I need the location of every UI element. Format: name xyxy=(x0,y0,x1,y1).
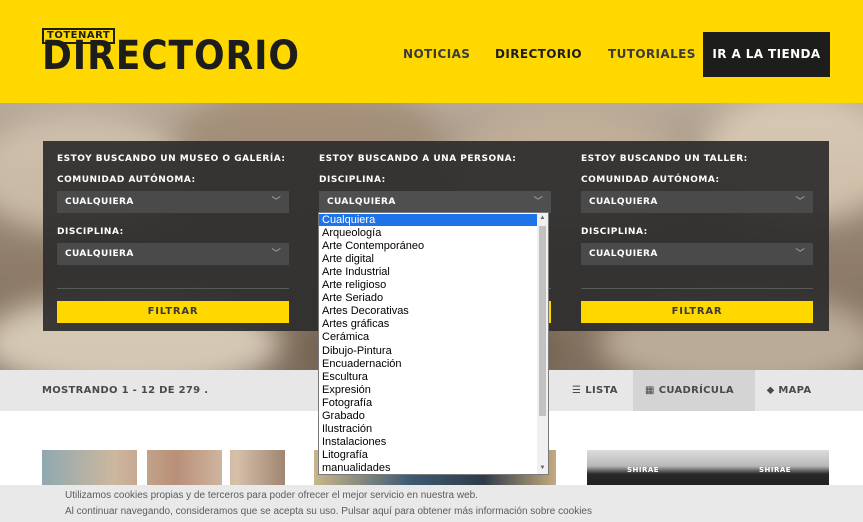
workshop-comunidad-select[interactable]: CUALQUIERA ﹀ xyxy=(581,191,813,213)
view-label: MAPA xyxy=(778,385,812,396)
cookie-more-info-link[interactable]: Al continuar navegando, consideramos que… xyxy=(65,505,592,519)
dropdown-option[interactable]: Fotografía xyxy=(319,397,537,409)
comunidad-label: COMUNIDAD AUTÓNOMA: xyxy=(581,175,720,185)
museum-comunidad-select[interactable]: CUALQUIERA ﹀ xyxy=(57,191,289,213)
shop-sign: SHIRAE xyxy=(627,466,660,474)
nav-noticias[interactable]: NOTICIAS xyxy=(403,32,470,77)
museum-search-column: ESTOY BUSCANDO UN MUSEO O GALERÍA: COMUN… xyxy=(57,141,289,331)
museum-filter-button[interactable]: FILTRAR xyxy=(57,301,289,323)
chevron-down-icon: ﹀ xyxy=(795,249,805,259)
dropdown-option[interactable]: Encuadernación xyxy=(319,358,537,370)
dropdown-option[interactable]: Instalaciones xyxy=(319,436,537,448)
site-logo[interactable]: TOTENART DIRECTORIO xyxy=(42,28,299,78)
select-value: CUALQUIERA xyxy=(65,197,134,207)
card-gap xyxy=(222,450,230,490)
divider xyxy=(581,288,813,289)
list-icon: ☰ xyxy=(572,385,582,396)
chevron-down-icon: ﹀ xyxy=(795,197,805,207)
dropdown-option[interactable]: Arte Industrial xyxy=(319,266,537,278)
results-count: MOSTRANDO 1 - 12 DE 279 . xyxy=(42,385,209,396)
dropdown-option[interactable]: Artes gráficas xyxy=(319,318,537,330)
select-value: CUALQUIERA xyxy=(327,197,396,207)
dropdown-option[interactable]: Artes Decorativas xyxy=(319,305,537,317)
view-label: LISTA xyxy=(585,385,618,396)
nav-directorio[interactable]: DIRECTORIO xyxy=(495,32,582,77)
scroll-thumb[interactable] xyxy=(539,226,546,416)
result-card[interactable] xyxy=(42,450,285,490)
view-mapa-button[interactable]: ⬥ MAPA xyxy=(755,370,823,411)
workshop-disciplina-select[interactable]: CUALQUIERA ﹀ xyxy=(581,243,813,265)
dropdown-option[interactable]: Grabado xyxy=(319,410,537,422)
disciplina-label: DISCIPLINA: xyxy=(581,227,648,237)
dropdown-option[interactable]: Cualquiera xyxy=(319,214,537,226)
grid-icon: ▦ xyxy=(645,385,655,396)
disciplina-label: DISCIPLINA: xyxy=(319,175,386,185)
chevron-down-icon: ﹀ xyxy=(533,197,543,207)
dropdown-option[interactable]: Arte digital xyxy=(319,253,537,265)
dropdown-option[interactable]: Cerámica xyxy=(319,331,537,343)
dropdown-option[interactable]: Expresión xyxy=(319,384,537,396)
dropdown-option[interactable]: Ilustración xyxy=(319,423,537,435)
select-value: CUALQUIERA xyxy=(589,197,658,207)
comunidad-label: COMUNIDAD AUTÓNOMA: xyxy=(57,175,196,185)
logo-text: DIRECTORIO xyxy=(42,33,300,79)
dropdown-option[interactable]: Arqueología xyxy=(319,227,537,239)
divider xyxy=(57,288,289,289)
scroll-up-arrow-icon[interactable]: ▲ xyxy=(537,213,548,224)
workshop-search-column: ESTOY BUSCANDO UN TALLER: COMUNIDAD AUTÓ… xyxy=(581,141,813,331)
dropdown-option[interactable]: Escultura xyxy=(319,371,537,383)
museum-disciplina-select[interactable]: CUALQUIERA ﹀ xyxy=(57,243,289,265)
cookie-text-line: Utilizamos cookies propias y de terceros… xyxy=(65,490,478,501)
site-header: TOTENART DIRECTORIO NOTICIAS DIRECTORIO … xyxy=(0,0,863,103)
dropdown-option[interactable]: Dibujo-Pintura xyxy=(319,345,537,357)
map-pin-icon: ⬥ xyxy=(767,385,775,396)
select-value: CUALQUIERA xyxy=(65,249,134,259)
museum-search-title: ESTOY BUSCANDO UN MUSEO O GALERÍA: xyxy=(57,154,286,164)
nav-tutoriales[interactable]: TUTORIALES xyxy=(608,32,696,77)
person-search-title: ESTOY BUSCANDO A UNA PERSONA: xyxy=(319,154,517,164)
person-disciplina-select[interactable]: CUALQUIERA ﹀ xyxy=(319,191,551,213)
chevron-down-icon: ﹀ xyxy=(271,197,281,207)
dropdown-option[interactable]: manualidades xyxy=(319,462,537,474)
dropdown-option[interactable]: Litografía xyxy=(319,449,537,461)
workshop-filter-button[interactable]: FILTRAR xyxy=(581,301,813,323)
shop-sign: SHIRAE xyxy=(759,466,792,474)
result-card[interactable]: SHIRAE SHIRAE xyxy=(587,450,829,490)
card-gap xyxy=(137,450,147,490)
dropdown-scrollbar[interactable]: ▲ ▼ xyxy=(537,213,548,474)
dropdown-option[interactable]: Arte Seriado xyxy=(319,292,537,304)
dropdown-option[interactable]: Arte Contemporáneo xyxy=(319,240,537,252)
view-cuadricula-button[interactable]: ▦ CUADRÍCULA xyxy=(633,370,755,411)
scroll-down-arrow-icon[interactable]: ▼ xyxy=(537,463,548,474)
disciplina-dropdown-list[interactable]: Cualquiera Arqueología Arte Contemporáneo A… xyxy=(318,212,549,475)
nav-tienda-button[interactable]: IR A LA TIENDA xyxy=(703,32,830,77)
chevron-down-icon: ﹀ xyxy=(271,249,281,259)
dropdown-option[interactable]: Arte religioso xyxy=(319,279,537,291)
view-lista-button[interactable]: ☰ LISTA xyxy=(560,370,630,411)
workshop-search-title: ESTOY BUSCANDO UN TALLER: xyxy=(581,154,748,164)
cookie-notice: Utilizamos cookies propias y de terceros… xyxy=(0,485,863,522)
select-value: CUALQUIERA xyxy=(589,249,658,259)
disciplina-label: DISCIPLINA: xyxy=(57,227,124,237)
view-label: CUADRÍCULA xyxy=(658,385,734,396)
